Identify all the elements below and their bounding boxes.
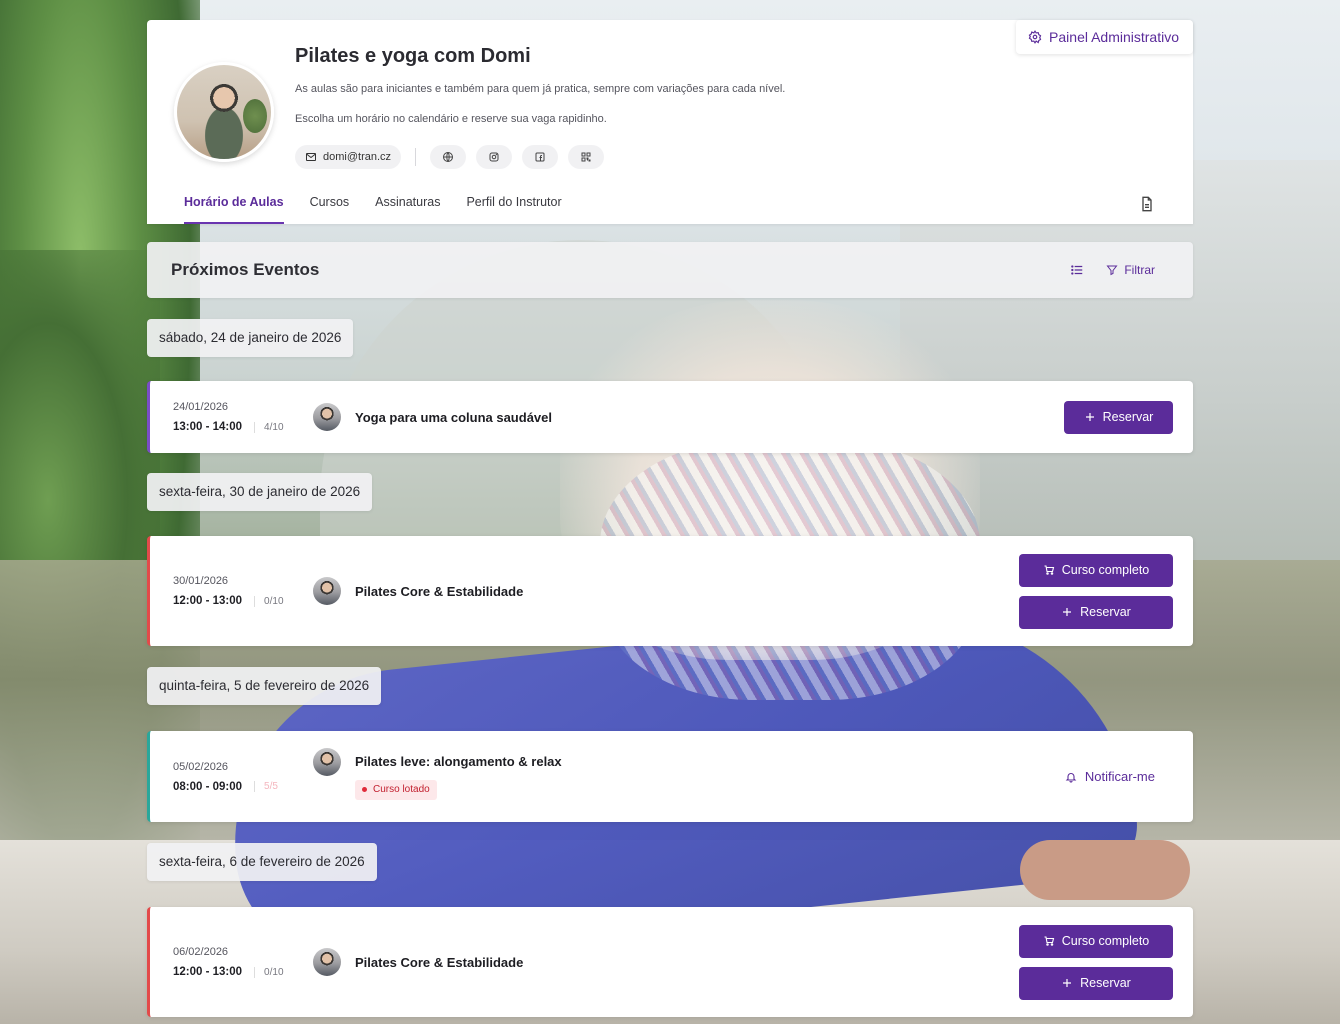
instructor-avatar-small	[313, 948, 341, 976]
event-card[interactable]: 05/02/2026 08:00 - 09:00 5/5 Pilates lev…	[147, 731, 1193, 822]
full-course-button[interactable]: Curso completo	[1019, 924, 1173, 958]
event-title[interactable]: Yoga para uma coluna saudável	[355, 410, 1064, 425]
plus-icon	[1063, 979, 1072, 987]
divider	[415, 148, 417, 166]
reserve-button[interactable]: Reservar	[1064, 400, 1173, 434]
reserve-label: Reservar	[1080, 605, 1131, 619]
admin-panel-button[interactable]: Painel Administrativo	[1016, 20, 1193, 54]
filter-icon	[1106, 265, 1118, 276]
event-time: 06/02/2026 12:00 - 13:00 0/10	[173, 946, 313, 978]
email-text: domi@tran.cz	[323, 151, 392, 163]
tab-bar: Horário de Aulas Cursos Assinaturas Perf…	[184, 195, 562, 224]
event-seats: 0/10	[254, 595, 284, 607]
tab-schedule[interactable]: Horário de Aulas	[184, 195, 284, 224]
facebook-icon	[535, 152, 545, 162]
event-hours-text: 12:00 - 13:00	[173, 966, 243, 978]
gear-icon	[1028, 30, 1042, 44]
reserve-label: Reservar	[1102, 410, 1154, 424]
full-badge-label: Curso lotado	[373, 784, 430, 795]
event-seats: 4/10	[254, 421, 284, 433]
qr-code-link[interactable]	[568, 145, 605, 169]
cart-icon	[1044, 565, 1054, 575]
filter-button[interactable]: Filtrar	[1106, 263, 1155, 277]
admin-panel-label: Painel Administrativo	[1049, 29, 1179, 45]
instructor-avatar-small	[313, 403, 341, 431]
event-title[interactable]: Pilates Core & Estabilidade	[355, 584, 1019, 599]
event-actions: Reservar	[1064, 400, 1173, 434]
instagram-icon	[489, 152, 499, 162]
email-chip[interactable]: domi@tran.cz	[295, 145, 402, 169]
day-label: sábado, 24 de janeiro de 2026	[147, 319, 354, 357]
filter-label: Filtrar	[1124, 263, 1155, 277]
tab-subscriptions[interactable]: Assinaturas	[375, 195, 440, 224]
full-badge: Curso lotado	[355, 779, 437, 800]
event-hours: 12:00 - 13:00 0/10	[173, 966, 313, 978]
reserve-label: Reservar	[1080, 976, 1131, 990]
tab-instructor-profile[interactable]: Perfil do Instrutor	[466, 195, 561, 224]
cart-icon	[1044, 936, 1054, 946]
event-seats: 0/10	[254, 966, 284, 978]
document-icon[interactable]	[1139, 196, 1155, 212]
notify-button[interactable]: Notificar-me	[1065, 769, 1155, 784]
event-hours: 13:00 - 14:00 4/10	[173, 421, 313, 433]
event-hours-text: 08:00 - 09:00	[173, 780, 243, 793]
reserve-button[interactable]: Reservar	[1019, 966, 1173, 1000]
event-date: 30/01/2026	[173, 575, 229, 587]
list-view-icon[interactable]	[1070, 263, 1084, 277]
event-info: Pilates Core & Estabilidade	[355, 584, 1019, 599]
instructor-avatar-small	[313, 577, 341, 605]
event-info: Pilates Core & Estabilidade	[355, 955, 1019, 970]
event-time: 24/01/2026 13:00 - 14:00 4/10	[173, 401, 313, 433]
event-hours-text: 12:00 - 13:00	[173, 595, 243, 607]
contact-links: domi@tran.cz	[295, 145, 605, 169]
event-hours: 12:00 - 13:00 0/10	[173, 595, 313, 607]
profile-description: As aulas são para iniciantes e também pa…	[295, 83, 786, 95]
event-info: Pilates leve: alongamento & relax Curso …	[355, 754, 1065, 800]
profile-title: Pilates e yoga com Domi	[295, 45, 531, 67]
plus-icon	[1085, 413, 1094, 421]
event-hours: 08:00 - 09:00 5/5	[173, 781, 313, 793]
event-seats: 5/5	[254, 781, 278, 792]
day-label: sexta-feira, 30 de janeiro de 2026	[147, 473, 373, 511]
event-date: 06/02/2026	[173, 946, 229, 958]
website-link[interactable]	[430, 145, 467, 169]
plus-icon	[1063, 608, 1072, 616]
bell-icon	[1065, 772, 1077, 783]
event-title[interactable]: Pilates leve: alongamento & relax	[355, 754, 1065, 769]
event-info: Yoga para uma coluna saudável	[355, 410, 1064, 425]
event-card[interactable]: 24/01/2026 13:00 - 14:00 4/10 Yoga para …	[147, 381, 1193, 453]
event-date: 24/01/2026	[173, 401, 229, 413]
profile-description-2: Escolha um horário no calendário e reser…	[295, 113, 607, 125]
full-course-button[interactable]: Curso completo	[1019, 553, 1173, 587]
event-time: 30/01/2026 12:00 - 13:00 0/10	[173, 575, 313, 607]
event-actions: Curso completo Reservar	[1019, 553, 1173, 629]
main-container: Painel Administrativo Pilates e yoga com…	[147, 20, 1193, 1017]
event-title[interactable]: Pilates Core & Estabilidade	[355, 955, 1019, 970]
tab-courses[interactable]: Cursos	[310, 195, 350, 224]
full-course-label: Curso completo	[1061, 563, 1150, 577]
qr-code-icon	[581, 152, 591, 162]
event-card[interactable]: 30/01/2026 12:00 - 13:00 0/10 Pilates Co…	[147, 536, 1193, 646]
mail-icon	[306, 153, 316, 161]
instructor-avatar	[174, 62, 274, 162]
instructor-avatar-small	[313, 748, 341, 776]
instagram-link[interactable]	[476, 145, 513, 169]
events-title: Próximos Eventos	[171, 260, 320, 279]
full-course-label: Curso completo	[1061, 934, 1150, 948]
status-dot	[362, 787, 367, 792]
reserve-button[interactable]: Reservar	[1019, 595, 1173, 629]
event-date: 05/02/2026	[173, 760, 229, 773]
notify-label: Notificar-me	[1084, 769, 1155, 784]
globe-icon	[443, 152, 454, 162]
profile-card: Painel Administrativo Pilates e yoga com…	[147, 20, 1193, 224]
events-header: Próximos Eventos Filtrar	[147, 242, 1193, 298]
event-actions: Curso completo Reservar	[1019, 924, 1173, 1000]
day-label: sexta-feira, 6 de fevereiro de 2026	[147, 843, 377, 881]
event-time: 05/02/2026 08:00 - 09:00 5/5	[173, 761, 313, 793]
event-card[interactable]: 06/02/2026 12:00 - 13:00 0/10 Pilates Co…	[147, 907, 1193, 1017]
day-label: quinta-feira, 5 de fevereiro de 2026	[147, 667, 382, 705]
facebook-link[interactable]	[522, 145, 559, 169]
event-hours-text: 13:00 - 14:00	[173, 421, 243, 433]
